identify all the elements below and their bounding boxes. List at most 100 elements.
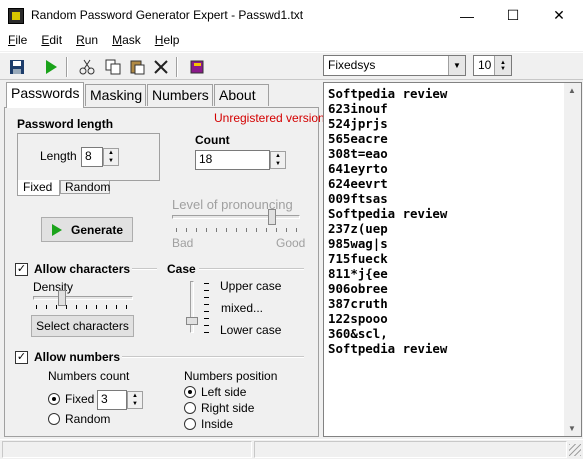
play-icon — [51, 223, 62, 236]
allow-numbers-checkbox[interactable]: ✓ — [15, 351, 28, 364]
allow-characters-label: Allow characters — [34, 262, 131, 276]
menu-mask[interactable]: Mask — [104, 31, 147, 51]
font-size-stepper[interactable]: 10 ▲ ▼ — [473, 55, 512, 76]
password-line: 811*j{ee — [328, 266, 388, 281]
password-line: Softpedia review — [328, 206, 448, 221]
position-left-label: Left side — [201, 385, 247, 399]
case-mixed-label: mixed... — [221, 301, 264, 315]
unregistered-label: Unregistered version — [214, 111, 325, 125]
close-button[interactable]: ✕ — [536, 0, 582, 31]
density-slider-thumb[interactable] — [58, 290, 66, 306]
length-input[interactable]: 8 — [81, 147, 103, 167]
position-right-radio[interactable] — [184, 402, 196, 414]
copy-button[interactable] — [102, 56, 124, 78]
count-label: Count — [195, 133, 230, 147]
density-ticks — [36, 305, 131, 309]
menu-file[interactable]: File — [0, 31, 33, 51]
count-input[interactable]: 18 — [195, 150, 270, 170]
allow-characters-checkbox[interactable]: ✓ — [15, 263, 28, 276]
case-group-line — [199, 268, 304, 270]
font-select[interactable]: Fixedsys ▼ — [323, 55, 466, 76]
resize-grip-icon[interactable] — [569, 444, 581, 456]
tab-about[interactable]: About — [214, 84, 269, 106]
case-label: Case — [167, 262, 196, 276]
select-characters-button[interactable]: Select characters — [31, 315, 134, 337]
tab-passwords[interactable]: Passwords — [6, 82, 84, 108]
tab-numbers[interactable]: Numbers — [147, 84, 213, 106]
chevron-down-icon: ▼ — [448, 56, 465, 75]
paste-button[interactable] — [126, 56, 148, 78]
spin-arrows-icon: ▲ ▼ — [494, 56, 511, 75]
numbers-group-line — [122, 356, 304, 358]
scroll-up-icon[interactable]: ▲ — [568, 86, 576, 95]
run-button[interactable] — [40, 56, 62, 78]
position-right-label: Right side — [201, 401, 255, 415]
generate-label: Generate — [70, 222, 124, 237]
status-pane-1 — [2, 441, 252, 458]
app-icon — [8, 8, 24, 24]
numbers-fixed-input[interactable]: 3 — [97, 390, 127, 410]
minimize-button[interactable]: — — [444, 0, 490, 31]
clear-button[interactable] — [150, 56, 172, 78]
play-icon — [46, 60, 57, 74]
tab-masking[interactable]: Masking — [85, 84, 146, 106]
vertical-scrollbar[interactable]: ▲ ▼ — [564, 83, 581, 436]
menu-run-label: un — [84, 33, 99, 47]
window-title: Random Password Generator Expert - Passw… — [31, 8, 304, 22]
case-ticks — [204, 283, 209, 333]
generate-button[interactable]: Generate — [41, 217, 133, 242]
case-lower-label: Lower case — [220, 323, 282, 337]
menu-edit[interactable]: Edit — [33, 31, 68, 51]
maximize-button[interactable]: ☐ — [490, 0, 536, 31]
case-slider-thumb[interactable] — [186, 317, 198, 325]
password-line: 624eevrt — [328, 176, 388, 191]
password-line: 641eyrto — [328, 161, 388, 176]
menu-run[interactable]: Run — [68, 31, 104, 51]
password-output[interactable]: Softpedia review 623inouf 524jprjs 565eacre… — [323, 82, 582, 437]
pronouncing-ticks — [176, 228, 297, 232]
case-upper-label: Upper case — [220, 279, 282, 293]
password-length-heading: Password length — [17, 117, 114, 131]
density-label: Density — [33, 280, 74, 294]
menu-mask-key: M — [112, 33, 123, 47]
select-characters-label: Select characters — [36, 319, 129, 333]
menu-run-key: R — [76, 33, 85, 47]
numbers-fixed-radio[interactable] — [48, 393, 60, 405]
paste-icon — [130, 60, 145, 75]
scissors-icon — [79, 59, 95, 75]
numbers-fixed-stepper[interactable] — [127, 391, 143, 409]
menu-help[interactable]: Help — [147, 31, 186, 51]
password-line: 360&scl, — [328, 326, 388, 341]
password-line: 308t=eao — [328, 146, 388, 161]
scroll-down-icon[interactable]: ▼ — [568, 424, 576, 433]
length-label: Length — [40, 149, 77, 163]
mode-fixed-tab[interactable]: Fixed — [17, 180, 60, 196]
position-left-radio[interactable] — [184, 386, 196, 398]
case-slider-track[interactable] — [190, 281, 194, 333]
password-line: 906obree — [328, 281, 388, 296]
close-icon: ✕ — [553, 7, 565, 23]
numbers-position-label: Numbers position — [184, 369, 278, 383]
pronouncing-slider-track[interactable] — [172, 215, 300, 219]
pronouncing-slider-thumb[interactable] — [268, 209, 276, 225]
maximize-icon: ☐ — [506, 7, 520, 23]
minimize-icon: — — [460, 7, 474, 24]
numbers-random-radio[interactable] — [48, 413, 60, 425]
cut-button[interactable] — [76, 56, 98, 78]
numbers-count-label: Numbers count — [48, 369, 130, 383]
density-slider-track[interactable] — [33, 296, 133, 300]
font-select-value: Fixedsys — [328, 58, 376, 72]
mode-random-tab[interactable]: Random — [60, 180, 110, 194]
password-line: 122spooo — [328, 311, 388, 326]
password-line: 715fueck — [328, 251, 388, 266]
help-book-button[interactable] — [186, 56, 208, 78]
font-size-value: 10 — [478, 58, 492, 72]
status-pane-2 — [254, 441, 567, 458]
length-stepper[interactable] — [103, 148, 119, 166]
count-stepper[interactable] — [270, 151, 286, 169]
toolbar-separator — [176, 57, 178, 77]
copy-icon — [105, 59, 121, 75]
pronouncing-good: Good — [276, 236, 306, 250]
save-button[interactable] — [6, 56, 28, 78]
position-inside-radio[interactable] — [184, 418, 196, 430]
